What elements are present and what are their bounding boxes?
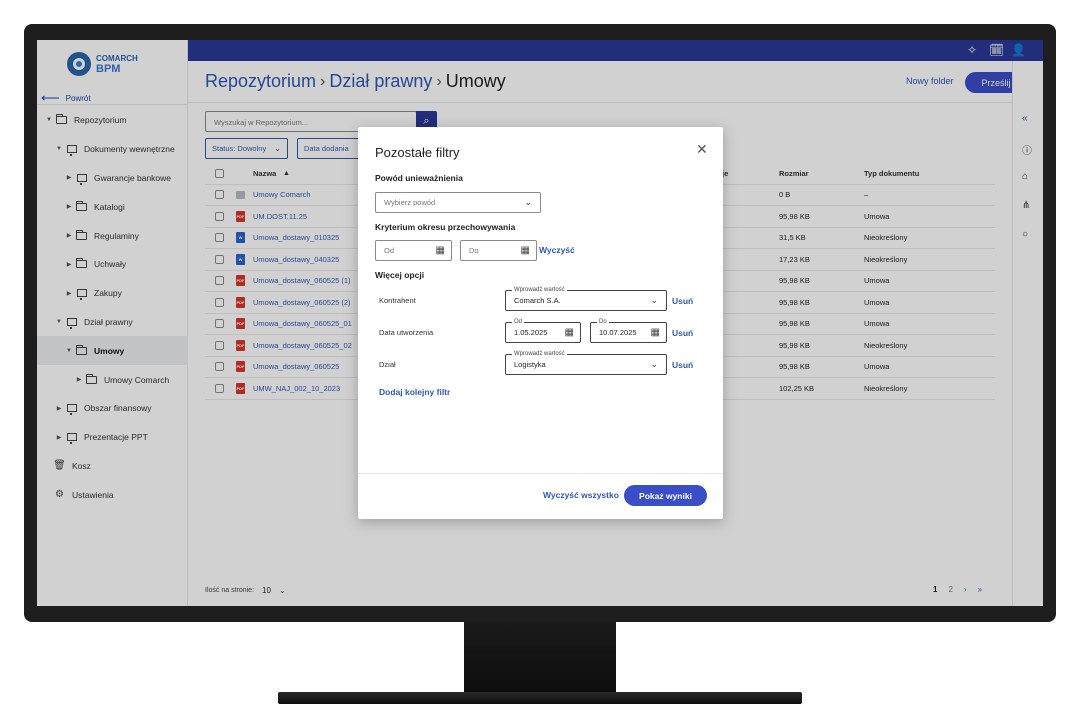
close-icon[interactable]: ✕ [696,141,708,158]
department-select[interactable]: Wprowadź wartość Logistyka ⌄ [505,350,667,375]
clear-retention-button[interactable]: Wyczyść [539,245,575,255]
calendar-icon[interactable]: ▦ [436,245,445,256]
calendar-icon[interactable]: ▦ [651,327,660,338]
field-legend: Wprowadź wartość [512,286,567,294]
retention-to-field[interactable]: Do ▦ [460,240,537,261]
created-to-field[interactable]: Do 10.07.2025 ▦ [590,318,667,343]
chevron-down-icon: ⌄ [650,295,658,305]
add-filter-button[interactable]: Dodaj kolejny filtr [379,387,450,397]
to-placeholder: Do [469,246,479,255]
reason-select[interactable]: Wybierz powód ⌄ [375,192,541,213]
from-placeholder: Od [384,246,395,255]
field-value: Comarch S.A. [514,296,561,305]
calendar-icon[interactable]: ▦ [521,245,530,256]
created-from-field[interactable]: Od 1.05.2025 ▦ [505,318,581,343]
retention-from-field[interactable]: Od ▦ [375,240,452,261]
retention-label: Kryterium okresu przechowywania [375,222,516,232]
monitor-stand [464,622,616,692]
chevron-down-icon: ⌄ [650,359,658,369]
show-results-button[interactable]: Pokaż wyniki [624,485,707,506]
filter-label: Data utworzenia [379,328,434,337]
field-value: 1.05.2025 [514,328,548,337]
reason-placeholder: Wybierz powód [384,198,436,207]
filter-label: Dział [379,360,396,369]
chevron-down-icon: ⌄ [524,197,532,207]
field-value: Logistyka [514,360,546,369]
divider [358,473,723,474]
dialog-title: Pozostałe filtry [375,145,460,160]
field-value: 10.07.2025 [599,328,637,337]
remove-filter-button[interactable]: Usuń [672,360,693,370]
monitor-base [278,692,802,704]
reason-label: Powód unieważnienia [375,173,463,183]
remove-filter-button[interactable]: Usuń [672,328,693,338]
app-screen: COMARCH BPM ⟵ Powrót ▼ Repozytorium ▼ Do… [37,40,1043,606]
field-legend: Wprowadź wartość [512,350,567,358]
filters-dialog: Pozostałe filtry ✕ Powód unieważnienia W… [358,127,723,519]
field-legend: Do [597,318,609,326]
remove-filter-button[interactable]: Usuń [672,296,693,306]
field-legend: Od [512,318,525,326]
clear-all-button[interactable]: Wyczyść wszystko [543,490,619,500]
calendar-icon[interactable]: ▦ [565,327,574,338]
more-options-label: Więcej opcji [375,270,425,280]
filter-label: Kontrahent [379,296,416,305]
contractor-select[interactable]: Wprowadź wartość Comarch S.A. ⌄ [505,286,667,311]
